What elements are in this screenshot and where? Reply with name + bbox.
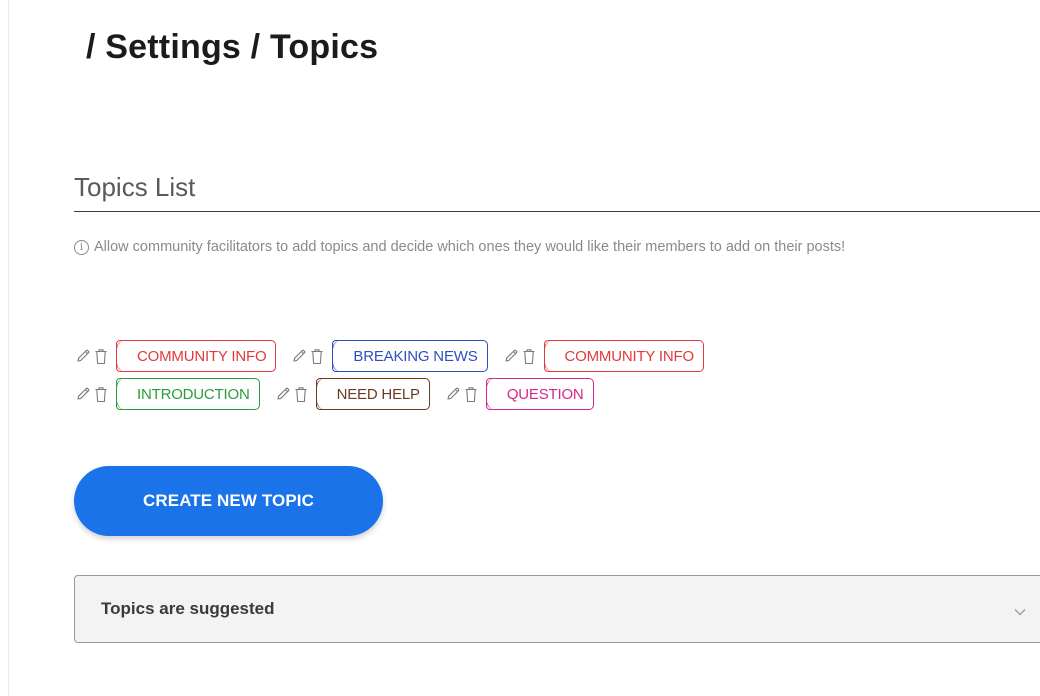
trash-icon[interactable] (92, 346, 110, 366)
select-value: Topics are suggested (101, 599, 275, 618)
chevron-down-icon (1014, 603, 1026, 621)
topic-item: NEED HELP (274, 378, 430, 410)
topic-row: COMMUNITY INFO BREAKING NEWS COMMUNITY INF… (74, 338, 1040, 374)
topic-tag[interactable]: COMMUNITY INFO (116, 340, 277, 372)
topic-tag[interactable]: COMMUNITY INFO (543, 340, 704, 372)
pencil-icon[interactable] (274, 384, 292, 404)
topics-suggestion-select[interactable]: Topics are suggested (74, 575, 1040, 643)
info-text-block: i Allow community facilitators to add top… (74, 236, 1040, 258)
topic-item: COMMUNITY INFO (502, 340, 704, 372)
trash-icon[interactable] (308, 346, 326, 366)
trash-icon[interactable] (292, 384, 310, 404)
topic-tag[interactable]: QUESTION (485, 378, 594, 410)
topic-item: COMMUNITY INFO (74, 340, 277, 372)
page-title: / Settings / Topics (86, 28, 379, 66)
pencil-icon[interactable] (74, 384, 92, 404)
trash-icon[interactable] (520, 346, 538, 366)
info-text: Allow community facilitators to add topi… (94, 239, 846, 255)
section-title: Topics List (74, 172, 196, 202)
pencil-icon[interactable] (290, 346, 308, 366)
sidebar-divider (8, 0, 9, 696)
topics-list: COMMUNITY INFO BREAKING NEWS COMMUNITY INF… (74, 338, 1040, 430)
trash-icon[interactable] (462, 384, 480, 404)
info-icon: i (74, 240, 89, 255)
topic-item: INTRODUCTION (74, 378, 260, 410)
topic-item: BREAKING NEWS (290, 340, 488, 372)
topic-tag[interactable]: NEED HELP (315, 378, 430, 410)
topic-tag[interactable]: INTRODUCTION (116, 378, 260, 410)
pencil-icon[interactable] (444, 384, 462, 404)
pencil-icon[interactable] (502, 346, 520, 366)
create-new-topic-button[interactable]: CREATE NEW TOPIC (74, 466, 383, 536)
topic-item: QUESTION (444, 378, 594, 410)
topic-row: INTRODUCTION NEED HELP QUESTION (74, 376, 1040, 412)
section-divider (74, 211, 1040, 212)
topic-tag[interactable]: BREAKING NEWS (332, 340, 488, 372)
trash-icon[interactable] (92, 384, 110, 404)
pencil-icon[interactable] (74, 346, 92, 366)
